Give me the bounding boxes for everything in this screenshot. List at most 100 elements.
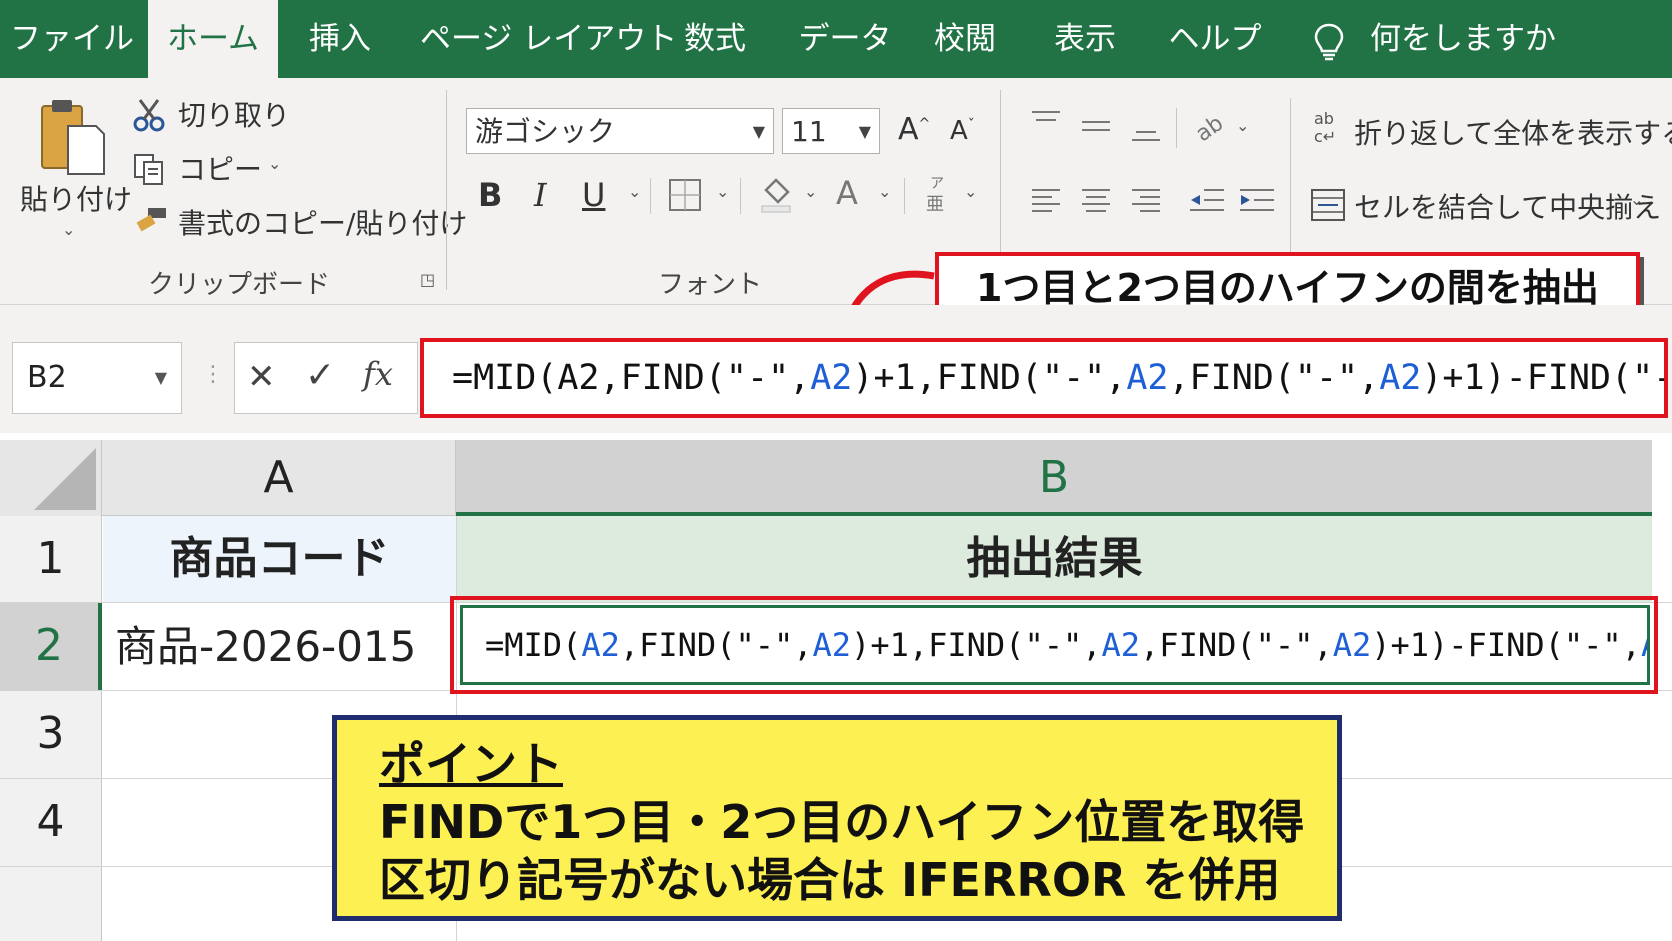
italic-button[interactable]: I xyxy=(534,176,547,214)
formula-token: ,FIND("-", xyxy=(1140,626,1333,664)
format-painter-button[interactable]: 書式のコピー/貼り付け xyxy=(178,202,467,242)
format-painter-icon[interactable] xyxy=(134,206,168,236)
cut-button[interactable]: 切り取り xyxy=(178,94,290,134)
font-size-select[interactable]: 11 ▼ xyxy=(782,108,880,154)
tab-file[interactable]: ファイル xyxy=(10,0,134,78)
formula-token: )+1)-FIND("-", xyxy=(1421,358,1664,398)
copy-button[interactable]: コピー xyxy=(178,148,262,188)
grow-font-button[interactable]: A^ xyxy=(898,112,930,147)
cell-reference-token: A2 xyxy=(812,626,852,664)
row-header-2[interactable]: 2 xyxy=(0,602,102,690)
formula-input[interactable]: =MID(A2,FIND("-",A2)+1,FIND("-",A2,FIND(… xyxy=(420,338,1668,418)
cell-b2[interactable]: =MID(A2,FIND("-",A2)+1,FIND("-",A2,FIND(… xyxy=(460,605,1650,685)
align-middle-icon[interactable] xyxy=(1078,112,1114,142)
copy-icon[interactable] xyxy=(132,152,166,186)
row-header-3[interactable]: 3 xyxy=(0,690,102,778)
name-box[interactable]: B2 ▼ xyxy=(12,342,182,414)
point-note: ポイント FINDで1つ目・2つ目のハイフン位置を取得 区切り記号がない場合は … xyxy=(332,715,1342,921)
tab-page-layout[interactable]: ページ レイアウト xyxy=(420,0,677,78)
tell-me-search[interactable]: 何をしますか xyxy=(1370,0,1556,78)
shrink-font-button[interactable]: Aˇ xyxy=(950,116,975,146)
chevron-down-icon: ▼ xyxy=(752,122,765,141)
cell-reference-token: A2 xyxy=(581,626,620,664)
orientation-dropdown-icon[interactable]: ⌄ xyxy=(1236,116,1249,135)
tab-view[interactable]: 表示 xyxy=(1040,0,1130,78)
borders-dropdown-icon[interactable]: ⌄ xyxy=(716,182,729,201)
align-right-icon[interactable] xyxy=(1128,186,1164,216)
scissors-icon[interactable] xyxy=(132,98,166,132)
select-all-triangle-icon xyxy=(34,448,96,510)
underline-dropdown-icon[interactable]: ⌄ xyxy=(628,182,641,201)
merge-dropdown-icon[interactable]: ⌄ xyxy=(1630,190,1643,209)
cell-reference-token: A2 xyxy=(1641,626,1647,664)
cancel-icon[interactable]: ✕ xyxy=(247,357,276,397)
cell-a2[interactable]: 商品-2026-015 xyxy=(103,603,456,690)
cell-reference-token: A2 xyxy=(1379,358,1422,398)
paste-icon[interactable] xyxy=(38,96,108,178)
tab-formulas[interactable]: 数式 xyxy=(660,0,770,78)
increase-indent-icon[interactable] xyxy=(1238,186,1276,216)
align-center-icon[interactable] xyxy=(1078,186,1114,216)
merge-center-icon[interactable] xyxy=(1310,188,1346,222)
formula-token: ,FIND("-", xyxy=(1168,358,1380,398)
decrease-indent-icon[interactable] xyxy=(1188,186,1226,216)
ribbon-tab-bar: ファイル ホーム 挿入 ページ レイアウト 数式 データ 校閲 表示 ヘルプ 何… xyxy=(0,0,1672,78)
align-left-icon[interactable] xyxy=(1028,186,1064,216)
tab-home[interactable]: ホーム xyxy=(148,0,278,78)
point-line-1: FINDで1つ目・2つ目のハイフン位置を取得 xyxy=(379,795,1305,849)
row-header-4[interactable]: 4 xyxy=(0,778,102,866)
copy-dropdown-icon[interactable]: ⌄ xyxy=(268,154,281,173)
underline-button[interactable]: U xyxy=(582,176,605,214)
bold-button[interactable]: B xyxy=(478,176,502,214)
formula-token: )+1,FIND("-", xyxy=(851,626,1102,664)
row-header-5[interactable] xyxy=(0,866,102,941)
divider xyxy=(904,178,905,214)
cell-reference-token: A2 xyxy=(1126,358,1169,398)
align-top-icon[interactable] xyxy=(1028,108,1064,138)
orientation-icon[interactable]: ab xyxy=(1190,106,1228,146)
paste-dropdown-icon[interactable]: ⌄ xyxy=(62,220,75,239)
font-name-value: 游ゴシック xyxy=(475,115,616,148)
borders-icon[interactable] xyxy=(668,178,702,212)
insert-function-icon[interactable]: fx xyxy=(363,355,393,393)
chevron-down-icon: ▼ xyxy=(154,368,167,387)
phonetic-guide-icon[interactable]: ア 亜 xyxy=(922,174,950,214)
clipboard-group-label: クリップボード xyxy=(148,270,331,300)
tab-review[interactable]: 校閲 xyxy=(920,0,1010,78)
font-group-label: フォント xyxy=(658,270,763,300)
align-bottom-icon[interactable] xyxy=(1128,116,1164,146)
group-divider xyxy=(446,90,447,290)
font-size-value: 11 xyxy=(791,115,827,148)
tab-insert[interactable]: 挿入 xyxy=(290,0,390,78)
cell-reference-token: A2 xyxy=(1332,626,1372,664)
select-all-corner[interactable] xyxy=(0,440,102,516)
font-color-dropdown-icon[interactable]: ⌄ xyxy=(878,182,891,201)
tab-help[interactable]: ヘルプ xyxy=(1160,0,1270,78)
divider xyxy=(650,178,651,214)
phonetic-dropdown-icon[interactable]: ⌄ xyxy=(964,182,977,201)
font-name-select[interactable]: 游ゴシック ▼ xyxy=(466,108,774,154)
clipboard-launcher-icon[interactable]: ◳ xyxy=(420,270,435,289)
tab-data[interactable]: データ xyxy=(790,0,900,78)
column-header-b[interactable]: B xyxy=(456,440,1652,516)
lightbulb-icon xyxy=(1314,23,1344,61)
svg-text:亜: 亜 xyxy=(926,194,944,214)
formula-bar-grip-icon[interactable]: ⋮ xyxy=(202,362,224,387)
cell-a1[interactable]: 商品コード xyxy=(103,516,456,602)
svg-text:ア: ア xyxy=(930,176,944,192)
wrap-text-button[interactable]: 折り返して全体を表示する xyxy=(1354,112,1672,152)
font-color-button[interactable]: A xyxy=(836,174,858,212)
cell-b1[interactable]: 抽出結果 xyxy=(457,516,1652,602)
fill-color-dropdown-icon[interactable]: ⌄ xyxy=(804,182,817,201)
svg-text:ab: ab xyxy=(1314,109,1334,128)
row-header-1[interactable]: 1 xyxy=(0,516,102,602)
merge-center-button[interactable]: セルを結合して中央揃え xyxy=(1354,186,1661,226)
column-header-a[interactable]: A xyxy=(102,440,456,516)
enter-icon[interactable]: ✓ xyxy=(305,355,335,396)
paste-button-label[interactable]: 貼り付け xyxy=(20,178,132,218)
point-line-2: 区切り記号がない場合は IFERROR を併用 xyxy=(379,853,1281,907)
wrap-text-icon[interactable]: ab c↵ xyxy=(1310,108,1346,148)
formula-buttons: ✕ ✓ fx xyxy=(234,342,418,414)
formula-token: )+1)-FIND("-", xyxy=(1371,626,1641,664)
fill-color-icon[interactable] xyxy=(758,174,794,214)
